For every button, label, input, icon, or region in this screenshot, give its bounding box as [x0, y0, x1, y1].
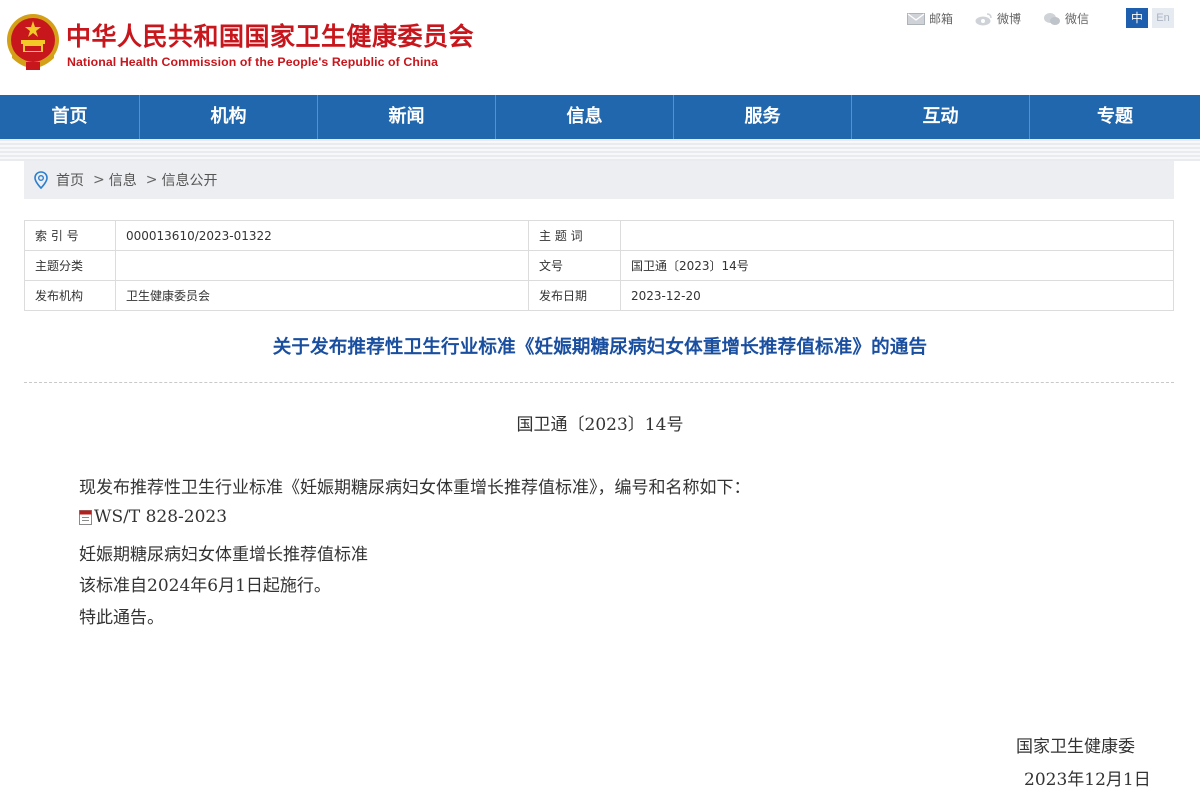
date-label: 发布日期 [528, 280, 621, 311]
category-label: 主题分类 [24, 250, 116, 281]
nav-item-interaction[interactable]: 互动 [852, 95, 1030, 139]
site-header: 中华人民共和国国家卫生健康委员会 National Health Commiss… [0, 0, 1200, 95]
publisher-value: 卫生健康委员会 [115, 280, 529, 311]
breadcrumb-information[interactable]: 信息 [109, 170, 137, 190]
nav-item-home[interactable]: 首页 [0, 95, 140, 139]
subject-value [620, 220, 1174, 251]
mail-icon [907, 12, 925, 25]
document-meta-table: 索 引 号 000013610/2023-01322 主 题 词 主题分类 文号… [24, 220, 1174, 311]
publisher-label: 发布机构 [24, 280, 116, 311]
site-title-english[interactable]: National Health Commission of the People… [67, 55, 438, 69]
article-title: 关于发布推荐性卫生行业标准《妊娠期糖尿病妇女体重增长推荐值标准》的通告 [272, 337, 928, 358]
weibo-icon [975, 12, 992, 25]
breadcrumb: 首页 > 信息 > 信息公开 [24, 161, 1174, 199]
category-value [115, 250, 529, 281]
docno-label: 文号 [528, 250, 621, 281]
nav-item-organization[interactable]: 机构 [140, 95, 318, 139]
docno-value: 国卫通〔2023〕14号 [620, 250, 1174, 281]
site-title[interactable]: 中华人民共和国国家卫生健康委员会 [66, 17, 474, 53]
mail-label: 邮箱 [929, 12, 954, 26]
effective-date-text: 该标准自2024年6月1日起施行。 [79, 576, 331, 596]
breadcrumb-home[interactable]: 首页 [56, 170, 84, 190]
standard-name: 妊娠期糖尿病妇女体重增长推荐值标准 [79, 545, 368, 565]
table-row: 主题分类 文号 国卫通〔2023〕14号 [24, 250, 1174, 281]
nav-item-services[interactable]: 服务 [674, 95, 852, 139]
document-number: 国卫通〔2023〕14号 [516, 415, 684, 435]
weibo-link[interactable]: 微博 [975, 10, 1021, 27]
title-divider [24, 382, 1174, 383]
nav-item-information[interactable]: 信息 [496, 95, 674, 139]
top-links: 邮箱 微博 微信 [907, 10, 1089, 27]
main-nav: 首页 机构 新闻 信息 服务 互动 专题 [0, 95, 1200, 139]
index-label: 索 引 号 [24, 220, 116, 251]
wechat-label: 微信 [1065, 12, 1090, 26]
breadcrumb-separator: > [93, 172, 105, 188]
mail-link[interactable]: 邮箱 [907, 10, 953, 27]
nav-shadow-strip [0, 139, 1200, 161]
lang-chinese-button[interactable]: 中 [1126, 8, 1148, 28]
table-row: 索 引 号 000013610/2023-01322 主 题 词 [24, 220, 1174, 251]
table-row: 发布机构 卫生健康委员会 发布日期 2023-12-20 [24, 280, 1174, 311]
wechat-icon [1044, 12, 1061, 25]
pdf-file-icon [79, 509, 92, 525]
nav-item-news[interactable]: 新闻 [318, 95, 496, 139]
intro-paragraph: 现发布推荐性卫生行业标准《妊娠期糖尿病妇女体重增长推荐值标准》，编号和名称如下： [79, 478, 751, 498]
signature-organization: 国家卫生健康委 [1016, 737, 1135, 757]
lang-english-button[interactable]: En [1152, 8, 1174, 28]
location-pin-icon [34, 171, 48, 189]
nav-item-topics[interactable]: 专题 [1030, 95, 1200, 139]
standard-attachment-link[interactable]: WS/T 828-2023 [79, 507, 227, 527]
breadcrumb-separator: > [145, 172, 158, 188]
standard-code[interactable]: WS/T 828-2023 [94, 507, 227, 527]
date-value: 2023-12-20 [620, 280, 1174, 311]
weibo-label: 微博 [997, 12, 1022, 26]
index-value: 000013610/2023-01322 [115, 220, 529, 251]
closing-text: 特此通告。 [79, 608, 164, 628]
wechat-link[interactable]: 微信 [1043, 10, 1089, 27]
national-emblem-icon[interactable] [6, 12, 60, 74]
signature-date: 2023年12月1日 [1024, 770, 1151, 790]
subject-label: 主 题 词 [528, 220, 621, 251]
breadcrumb-disclosure[interactable]: 信息公开 [161, 170, 217, 190]
